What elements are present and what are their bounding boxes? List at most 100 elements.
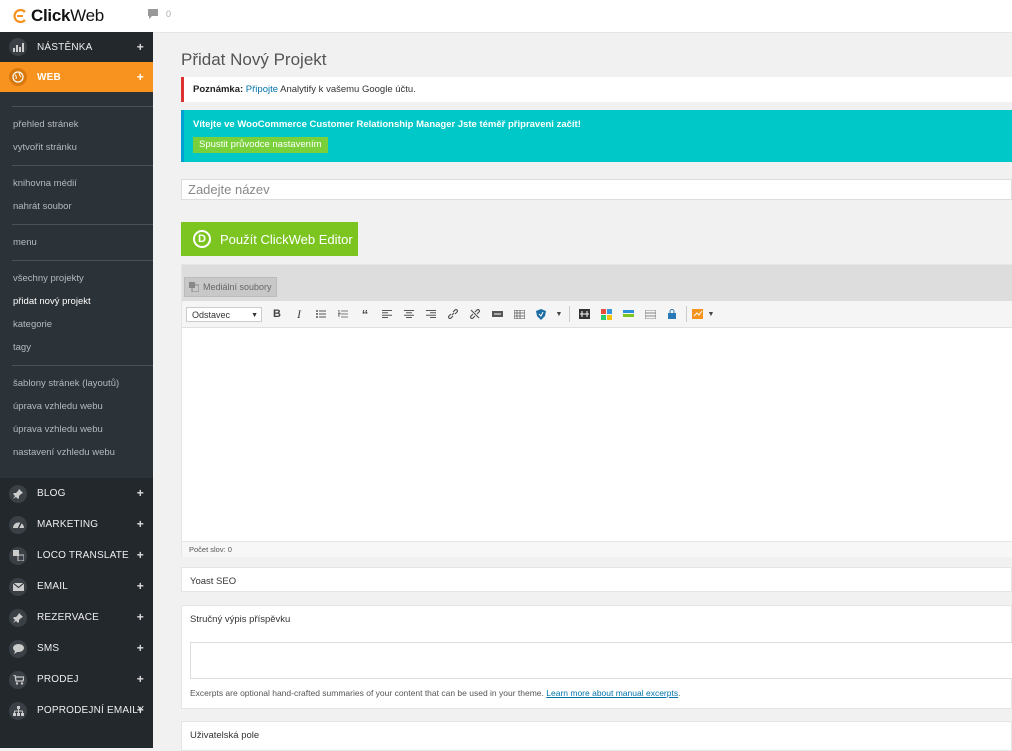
expand-icon[interactable]: + bbox=[137, 548, 144, 562]
expand-icon[interactable]: + bbox=[137, 579, 144, 593]
sidebar-item-label: REZERVACE bbox=[37, 612, 100, 623]
sidebar-item-label: WEB bbox=[37, 71, 61, 83]
custom-fields-box[interactable]: Uživatelská pole bbox=[181, 721, 1012, 751]
logo-text-light: Web bbox=[70, 6, 104, 25]
insert-shortcode-icon[interactable] bbox=[573, 304, 595, 324]
bullet-list-icon[interactable] bbox=[310, 304, 332, 324]
shield-icon[interactable] bbox=[530, 304, 552, 324]
yoast-seo-box[interactable]: Yoast SEO bbox=[181, 567, 1012, 592]
sitemap-icon bbox=[9, 701, 27, 720]
bold-icon[interactable]: B bbox=[266, 304, 288, 324]
blockquote-icon[interactable]: “ bbox=[354, 304, 376, 324]
submenu-item-add-project[interactable]: přidat nový projekt bbox=[0, 290, 153, 313]
excerpt-help-text: Excerpts are optional hand-crafted summa… bbox=[190, 688, 680, 698]
excerpt-period: . bbox=[678, 688, 681, 698]
expand-icon[interactable]: + bbox=[137, 672, 144, 686]
submenu-item-web-settings[interactable]: nastavení vzhledu webu bbox=[0, 441, 153, 464]
sidebar-item-reservations[interactable]: REZERVACE + bbox=[0, 602, 153, 633]
sidebar-item-sms[interactable]: SMS + bbox=[0, 633, 153, 664]
submenu-item-tags[interactable]: tagy bbox=[0, 336, 153, 359]
sidebar-item-blog[interactable]: BLOG + bbox=[0, 478, 153, 509]
title-input[interactable]: Zadejte název bbox=[181, 179, 1012, 200]
align-center-icon[interactable] bbox=[398, 304, 420, 324]
expand-icon[interactable]: + bbox=[137, 517, 144, 531]
sidebar-item-web[interactable]: WEB + bbox=[0, 62, 153, 92]
logo-mark-icon bbox=[13, 8, 26, 24]
notice-label: Poznámka: bbox=[193, 84, 244, 95]
divi-logo-icon: D bbox=[193, 230, 211, 248]
excerpt-textarea[interactable] bbox=[190, 642, 1012, 679]
submenu-item-upload-file[interactable]: nahrát soubor bbox=[0, 195, 153, 218]
remove-link-icon[interactable] bbox=[464, 304, 486, 324]
color-grid-icon[interactable] bbox=[595, 304, 617, 324]
translate-icon bbox=[9, 546, 27, 565]
custom-fields-title: Uživatelská pole bbox=[190, 730, 260, 741]
use-clickweb-editor-button[interactable]: D Použít ClickWeb Editor bbox=[181, 222, 358, 256]
toolbar-toggle-icon[interactable] bbox=[508, 304, 530, 324]
word-count: Počet slov: 0 bbox=[182, 541, 1012, 557]
start-setup-wizard-button[interactable]: Spustit průvodce nastavením bbox=[193, 137, 328, 153]
media-icon bbox=[189, 282, 199, 292]
align-right-icon[interactable] bbox=[420, 304, 442, 324]
expand-icon[interactable]: + bbox=[137, 641, 144, 655]
submenu-item-menu[interactable]: menu bbox=[0, 231, 153, 254]
yoast-seo-title: Yoast SEO bbox=[190, 576, 237, 587]
read-more-icon[interactable] bbox=[486, 304, 508, 324]
expand-icon[interactable]: + bbox=[137, 486, 144, 500]
expand-icon[interactable]: + bbox=[137, 703, 144, 717]
logo-text-bold: Click bbox=[31, 6, 71, 25]
submenu-item-categories[interactable]: kategorie bbox=[0, 313, 153, 336]
excerpt-title: Stručný výpis příspěvku bbox=[190, 614, 291, 625]
sidebar-item-dashboard[interactable]: NÁSTĚNKA + bbox=[0, 32, 153, 62]
submenu-item-pages-overview[interactable]: přehled stránek bbox=[0, 113, 153, 136]
clickweb-logo[interactable]: Click Web bbox=[12, 6, 104, 26]
sidebar-item-label: NÁSTĚNKA bbox=[37, 41, 93, 53]
sidebar-item-label: MARKETING bbox=[37, 519, 99, 530]
submenu-item-customize-web[interactable]: úprava vzhledu webu bbox=[0, 395, 153, 418]
excerpt-box: Stručný výpis příspěvku Excerpts are opt… bbox=[181, 605, 1012, 709]
manual-excerpts-link[interactable]: Learn more about manual excerpts bbox=[546, 688, 678, 698]
comments-indicator[interactable]: 0 bbox=[148, 9, 171, 19]
sidebar-item-label: BLOG bbox=[37, 488, 66, 499]
submenu-group-menu: menu bbox=[0, 225, 153, 260]
lock-icon[interactable] bbox=[661, 304, 683, 324]
sidebar-item-post-sale-emails[interactable]: POPRODEJNÍ EMAILY + bbox=[0, 695, 153, 726]
expand-icon[interactable]: + bbox=[137, 40, 144, 54]
submenu-group-media: knihovna médií nahrát soubor bbox=[0, 166, 153, 224]
color-bar-icon[interactable] bbox=[617, 304, 639, 324]
pin-icon bbox=[9, 608, 27, 627]
submenu-item-media-library[interactable]: knihovna médií bbox=[0, 172, 153, 195]
expand-icon[interactable]: + bbox=[137, 610, 144, 624]
editor-toolbar: Odstavec ▼ B I “ ▼ ▼ bbox=[182, 301, 1012, 328]
woo-notice-text: Vítejte ve WooCommerce Customer Relation… bbox=[193, 119, 581, 130]
italic-icon[interactable]: I bbox=[288, 304, 310, 324]
dropdown-arrow-icon[interactable]: ▼ bbox=[552, 304, 566, 324]
insert-link-icon[interactable] bbox=[442, 304, 464, 324]
submenu-item-create-page[interactable]: vytvořit stránku bbox=[0, 136, 153, 159]
submenu-item-layout-templates[interactable]: šablony stránek (layoutů) bbox=[0, 372, 153, 395]
chart-plugin-icon[interactable] bbox=[690, 304, 704, 324]
envelope-icon bbox=[9, 577, 27, 596]
sidebar-item-label: LOCO TRANSLATE bbox=[37, 550, 129, 561]
content-editor: Mediální soubory Odstavec ▼ B I “ ▼ ▼ Po… bbox=[181, 264, 1012, 557]
sidebar-item-label: SMS bbox=[37, 643, 60, 654]
sidebar-item-sales[interactable]: PRODEJ + bbox=[0, 664, 153, 695]
submenu-item-customize-web-2[interactable]: úprava vzhledu webu bbox=[0, 418, 153, 441]
excerpt-help: Excerpts are optional hand-crafted summa… bbox=[190, 688, 544, 698]
dropdown-arrow-icon[interactable]: ▼ bbox=[704, 304, 718, 324]
gauge-icon bbox=[9, 515, 27, 534]
add-media-button[interactable]: Mediální soubory bbox=[184, 277, 277, 297]
sidebar-item-label: POPRODEJNÍ EMAILY bbox=[37, 705, 145, 716]
format-select[interactable]: Odstavec ▼ bbox=[186, 306, 262, 322]
numbered-list-icon[interactable] bbox=[332, 304, 354, 324]
sidebar-item-email[interactable]: EMAIL + bbox=[0, 571, 153, 602]
submenu-item-all-projects[interactable]: všechny projekty bbox=[0, 267, 153, 290]
sidebar-item-marketing[interactable]: MARKETING + bbox=[0, 509, 153, 540]
connect-link[interactable]: Připojte bbox=[246, 84, 278, 95]
expand-icon[interactable]: + bbox=[137, 70, 144, 84]
align-left-icon[interactable] bbox=[376, 304, 398, 324]
top-admin-bar: Click Web 0 bbox=[0, 0, 1012, 33]
editor-text-area[interactable] bbox=[182, 328, 1012, 541]
table-icon[interactable] bbox=[639, 304, 661, 324]
sidebar-item-loco-translate[interactable]: LOCO TRANSLATE + bbox=[0, 540, 153, 571]
